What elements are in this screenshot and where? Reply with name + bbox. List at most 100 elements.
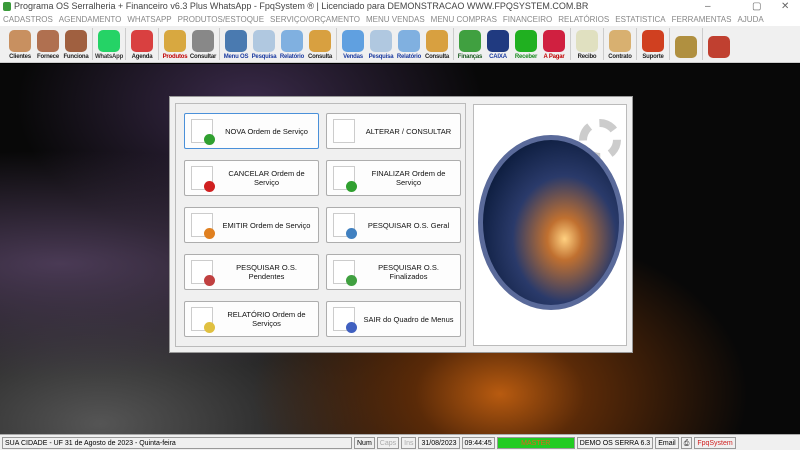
printer-icon[interactable]: ⎙	[680, 436, 693, 449]
os-button-label: SAIR do Quadro de Menus	[363, 314, 454, 324]
menu-item[interactable]: FERRAMENTAS	[672, 13, 732, 26]
status-email-button[interactable]: Email	[655, 436, 679, 449]
toolbar-icon	[487, 30, 509, 52]
toolbar-label: Pesquisa	[251, 54, 277, 60]
document-icon	[333, 166, 357, 192]
toolbar-button[interactable]: Consulta	[423, 26, 451, 62]
welder-photo	[478, 135, 624, 310]
toolbar-icon	[642, 30, 664, 52]
toolbar-label: Consultar	[189, 54, 217, 60]
toolbar-button[interactable]: Relatório	[278, 26, 306, 62]
toolbar-label: Agenda	[131, 54, 153, 60]
toolbar-button[interactable]: Vendas	[339, 26, 367, 62]
status-time: 09:44:45	[461, 436, 495, 449]
menu-item[interactable]: CADASTROS	[3, 13, 53, 26]
menu-item[interactable]: FINANCEIRO	[503, 13, 552, 26]
toolbar-label: Vendas	[343, 54, 363, 60]
menu-item[interactable]: AJUDA	[737, 13, 763, 26]
status-brand[interactable]: FpqSystem	[694, 436, 736, 449]
toolbar-label: CAIXA	[489, 54, 507, 60]
toolbar-button[interactable]: Produtos	[161, 26, 189, 62]
toolbar-separator	[219, 28, 220, 60]
menu-item[interactable]: WHATSAPP	[127, 13, 171, 26]
toolbar-separator	[669, 28, 670, 60]
toolbar-icon	[65, 30, 87, 52]
toolbar-button[interactable]	[705, 26, 733, 62]
toolbar-button[interactable]: Clientes	[6, 26, 34, 62]
toolbar-icon	[708, 36, 730, 58]
toolbar-icon	[9, 30, 31, 52]
toolbar-separator	[158, 28, 159, 60]
document-icon	[191, 260, 215, 286]
os-button[interactable]: RELATÓRIO Ordem de Serviços	[184, 301, 319, 337]
toolbar-button[interactable]: Consulta	[306, 26, 334, 62]
menu-item[interactable]: RELATÓRIOS	[558, 13, 609, 26]
toolbar-icon	[131, 30, 153, 52]
toolbar-button[interactable]: Finanças	[456, 26, 484, 62]
minimize-button[interactable]: –	[705, 0, 711, 13]
toolbar-button[interactable]: A Pagar	[540, 26, 568, 62]
menu-item[interactable]: MENU VENDAS	[366, 13, 425, 26]
os-button[interactable]: PESQUISAR O.S. Pendentes	[184, 254, 319, 290]
toolbar-icon	[225, 30, 247, 52]
toolbar-button[interactable]: Menu OS	[222, 26, 250, 62]
document-icon	[333, 307, 357, 333]
os-button[interactable]: CANCELAR Ordem de Serviço	[184, 160, 319, 196]
os-button-label: PESQUISAR O.S. Pendentes	[236, 263, 297, 281]
toolbar-icon	[98, 30, 120, 52]
document-icon	[191, 307, 215, 333]
menu-item[interactable]: SERVIÇO/ORÇAMENTO	[270, 13, 360, 26]
menu-item[interactable]: PRODUTOS/ESTOQUE	[178, 13, 264, 26]
toolbar-icon	[609, 30, 631, 52]
toolbar-button[interactable]: CAIXA	[484, 26, 512, 62]
toolbar-separator	[336, 28, 337, 60]
os-button[interactable]: NOVA Ordem de Serviço	[184, 113, 319, 149]
os-button-label: PESQUISAR O.S. Finalizados	[378, 263, 439, 281]
menu-item[interactable]: MENU COMPRAS	[431, 13, 497, 26]
toolbar-label: Consulta	[307, 54, 333, 60]
toolbar-icon	[459, 30, 481, 52]
os-button[interactable]: FINALIZAR Ordem de Serviço	[326, 160, 461, 196]
os-button[interactable]: ALTERAR / CONSULTAR	[326, 113, 461, 149]
menu-bar: CADASTROS AGENDAMENTO WHATSAPP PRODUTOS/EST…	[0, 13, 800, 37]
toolbar-icon	[426, 30, 448, 52]
toolbar-button[interactable]	[672, 26, 700, 62]
document-icon	[333, 213, 357, 239]
close-button[interactable]: ✕	[781, 0, 789, 13]
toolbar-button[interactable]: Fornece	[34, 26, 62, 62]
app-logo-icon	[3, 2, 11, 11]
toolbar-button[interactable]: Recibo	[573, 26, 601, 62]
window-title: Programa OS Serralheria + Financeiro v6.…	[14, 1, 589, 11]
toolbar-icon	[37, 30, 59, 52]
toolbar-icon	[281, 30, 303, 52]
os-button[interactable]: PESQUISAR O.S. Geral	[326, 207, 461, 243]
menu-item[interactable]: ESTATISTICA	[615, 13, 665, 26]
os-button[interactable]: EMITIR Ordem de Serviço	[184, 207, 319, 243]
toolbar-button[interactable]: Suporte	[639, 26, 667, 62]
status-ins: Ins	[401, 436, 417, 449]
os-button-label: CANCELAR Ordem de Serviço	[228, 169, 305, 187]
os-button-label: RELATÓRIO Ordem de Serviços	[227, 310, 306, 328]
menu-item[interactable]: AGENDAMENTO	[59, 13, 122, 26]
toolbar-button[interactable]: WhatsApp	[95, 26, 123, 62]
toolbar-button[interactable]: Relatório	[395, 26, 423, 62]
document-icon	[191, 119, 215, 145]
toolbar-icon	[515, 30, 537, 52]
os-button-label: EMITIR Ordem de Serviço	[222, 220, 311, 230]
toolbar-button[interactable]: Pesquisa	[250, 26, 278, 62]
maximize-button[interactable]: ▢	[752, 0, 761, 13]
os-button[interactable]: SAIR do Quadro de Menus	[326, 301, 461, 337]
toolbar-button[interactable]: Funciona	[62, 26, 90, 62]
toolbar-separator	[603, 28, 604, 60]
title-bar: Programa OS Serralheria + Financeiro v6.…	[0, 0, 800, 13]
toolbar-button[interactable]: Agenda	[128, 26, 156, 62]
toolbar-button[interactable]: Consultar	[189, 26, 217, 62]
toolbar-button[interactable]: Pesquisa	[367, 26, 395, 62]
toolbar-separator	[702, 28, 703, 60]
toolbar-button[interactable]: Contrato	[606, 26, 634, 62]
toolbar-label: Produtos	[162, 54, 188, 60]
toolbar-button[interactable]: Receber	[512, 26, 540, 62]
os-button[interactable]: PESQUISAR O.S. Finalizados	[326, 254, 461, 290]
toolbar-label: Menu OS	[223, 54, 249, 60]
document-icon	[333, 260, 357, 286]
